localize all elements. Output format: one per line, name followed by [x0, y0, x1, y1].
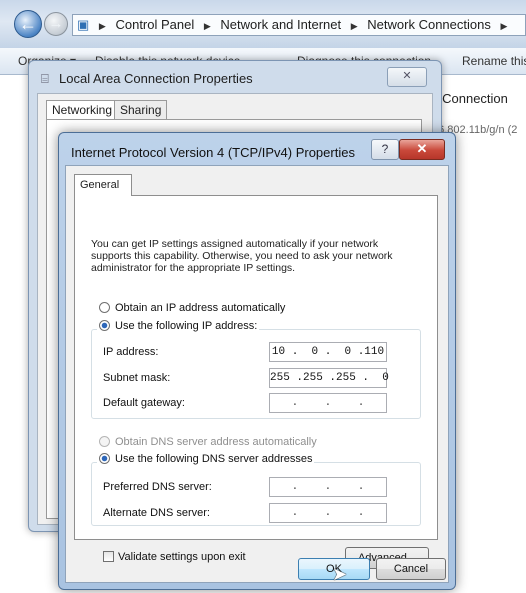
forward-button[interactable]: →	[44, 12, 68, 36]
close-icon: ✕	[416, 141, 428, 156]
use-following-ip-radio[interactable]: Use the following IP address:	[97, 320, 260, 332]
radio-label: Use the following IP address:	[115, 320, 258, 332]
radio-label: Obtain an IP address automatically	[115, 302, 286, 314]
radio-button[interactable]	[99, 453, 110, 464]
close-button[interactable]: ✕	[387, 67, 427, 87]
help-button[interactable]: ?	[371, 139, 399, 160]
default-gateway-label: Default gateway:	[103, 397, 185, 409]
alternate-dns-label: Alternate DNS server:	[103, 507, 210, 519]
dialog-title: Local Area Connection Properties	[59, 71, 253, 86]
dialog-body: General You can get IP settings assigned…	[65, 165, 449, 583]
preferred-dns-label: Preferred DNS server:	[103, 481, 212, 493]
back-button[interactable]: ←	[14, 10, 42, 38]
ipv4-properties-dialog: Internet Protocol Version 4 (TCP/IPv4) P…	[58, 132, 456, 590]
breadcrumb-item[interactable]: Control Panel	[115, 17, 194, 32]
checkbox[interactable]	[103, 551, 114, 562]
ip-address-field[interactable]: 10 . 0 . 0 .110	[269, 342, 387, 362]
default-gateway-field[interactable]: . . .	[269, 393, 387, 413]
radio-label: Use the following DNS server addresses	[115, 453, 313, 465]
general-tab-panel: You can get IP settings assigned automat…	[74, 195, 438, 569]
tab-sharing[interactable]: Sharing	[114, 100, 168, 120]
close-button[interactable]: ✕	[399, 139, 445, 160]
chevron-right-icon: ▶	[500, 21, 508, 31]
chevron-right-icon: ▶	[350, 21, 358, 31]
chevron-right-icon: ▶	[98, 21, 106, 31]
subnet-mask-field[interactable]: 255 .255 .255 . 0	[269, 368, 389, 388]
intro-text: You can get IP settings assigned automat…	[91, 238, 393, 274]
breadcrumb-item[interactable]: Network Connections	[367, 17, 491, 32]
cancel-button[interactable]: Cancel	[376, 558, 446, 580]
network-adapter-icon: ⌸	[41, 71, 49, 86]
subnet-mask-label: Subnet mask:	[103, 372, 171, 384]
connection-name[interactable]: k Connection	[432, 91, 508, 106]
close-icon: ✕	[402, 70, 412, 82]
breadcrumb-item[interactable]: Network and Internet	[220, 17, 341, 32]
tab-general[interactable]: General	[74, 174, 132, 196]
radio-button[interactable]	[99, 436, 110, 447]
alternate-dns-field[interactable]: . . .	[269, 503, 387, 523]
mouse-cursor-icon: ➤	[332, 564, 348, 584]
tab-networking[interactable]: Networking	[46, 100, 119, 120]
breadcrumb[interactable]: ▣ ▶ Control Panel ▶ Network and Internet…	[72, 14, 526, 36]
help-icon: ?	[381, 142, 389, 156]
rename-connection-button[interactable]: Rename this	[462, 54, 526, 68]
preferred-dns-field[interactable]: . . .	[269, 477, 387, 497]
radio-button[interactable]	[99, 320, 110, 331]
obtain-ip-auto-radio[interactable]: Obtain an IP address automatically	[99, 302, 285, 314]
radio-label: Obtain DNS server address automatically	[115, 436, 317, 448]
validate-settings-checkbox[interactable]: Validate settings upon exit	[103, 551, 246, 563]
dialog-title: Internet Protocol Version 4 (TCP/IPv4) P…	[71, 145, 355, 160]
use-following-dns-radio[interactable]: Use the following DNS server addresses	[97, 453, 315, 465]
checkbox-label: Validate settings upon exit	[118, 551, 246, 563]
control-panel-icon: ▣	[77, 17, 90, 32]
obtain-dns-auto-radio[interactable]: Obtain DNS server address automatically	[99, 436, 317, 448]
radio-button[interactable]	[99, 302, 110, 313]
ip-address-label: IP address:	[103, 346, 159, 358]
chevron-right-icon: ▶	[203, 21, 211, 31]
